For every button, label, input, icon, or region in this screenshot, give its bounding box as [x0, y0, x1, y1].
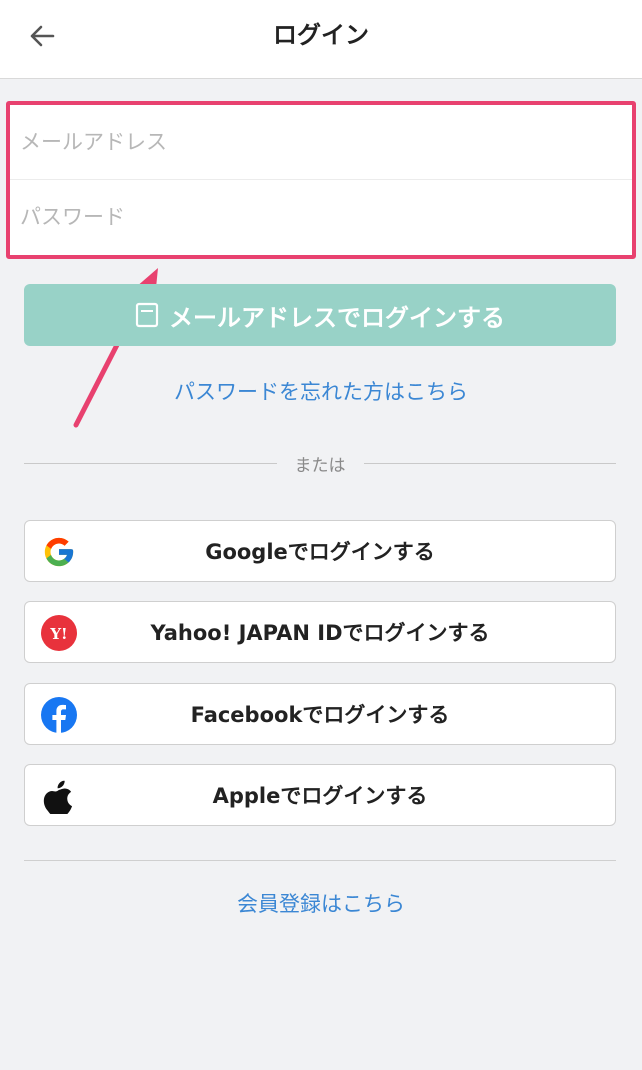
- email-login-button[interactable]: メールアドレスでログインする: [24, 284, 616, 346]
- or-divider-label: または: [294, 455, 346, 476]
- page-title: ログイン: [273, 21, 369, 49]
- apple-login-label: Appleでログインする: [212, 784, 428, 808]
- facebook-login-label: Facebookでログインする: [190, 703, 450, 727]
- forgot-password-link[interactable]: パスワードを忘れた方はこちら: [0, 376, 642, 406]
- yahoo-login-label: Yahoo! JAPAN IDでログインする: [150, 621, 490, 645]
- login-form: [10, 105, 632, 255]
- document-icon: [135, 302, 159, 328]
- password-field[interactable]: [10, 180, 632, 254]
- signup-link[interactable]: 会員登録はこちら: [0, 888, 642, 918]
- bottom-divider: [24, 860, 616, 861]
- or-divider: または: [24, 450, 616, 476]
- facebook-login-button[interactable]: Facebookでログインする: [24, 683, 616, 745]
- google-login-button[interactable]: Googleでログインする: [24, 520, 616, 582]
- email-field[interactable]: [10, 105, 632, 179]
- yahoo-login-button[interactable]: Y! Yahoo! JAPAN IDでログインする: [24, 601, 616, 663]
- apple-login-button[interactable]: Appleでログインする: [24, 764, 616, 826]
- header: ログイン: [0, 0, 642, 79]
- email-login-label: メールアドレスでログインする: [169, 303, 505, 332]
- google-login-label: Googleでログインする: [205, 540, 435, 564]
